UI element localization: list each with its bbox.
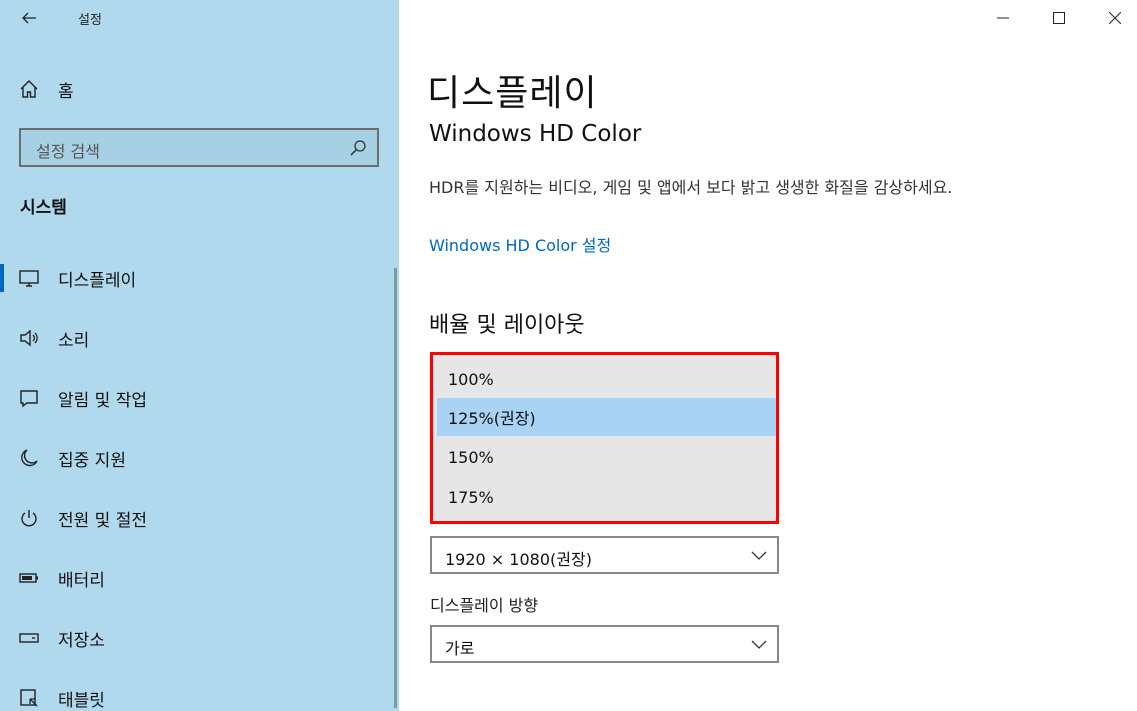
sidebar-item-power[interactable]: 전원 및 절전	[0, 496, 399, 540]
close-icon[interactable]	[1087, 0, 1137, 36]
search-input[interactable]: 설정 검색	[19, 128, 379, 167]
chevron-down-icon	[751, 551, 767, 560]
sidebar-item-sound[interactable]: 소리	[0, 316, 399, 360]
hdr-description: HDR를 지원하는 비디오, 게임 및 앱에서 보다 밝고 생생한 화질을 감상…	[429, 178, 953, 197]
orientation-label: 디스플레이 방향	[430, 596, 539, 615]
battery-icon	[18, 567, 40, 589]
moon-icon	[18, 447, 40, 469]
scale-dropdown-list: 100% 125%(권장) 150% 175%	[430, 352, 779, 524]
sidebar-item-battery[interactable]: 배터리	[0, 556, 399, 600]
sidebar-item-label: 소리	[58, 330, 90, 351]
sidebar-item-label: 배터리	[58, 570, 105, 591]
search-placeholder: 설정 검색	[36, 142, 100, 161]
sidebar: 설정 홈 설정 검색 시스템 디스플레이 소리 알림 및 작업 집중 지원 전원…	[0, 0, 399, 711]
sidebar-item-storage[interactable]: 저장소	[0, 616, 399, 660]
hdr-settings-link[interactable]: Windows HD Color 설정	[429, 232, 611, 256]
speaker-icon	[18, 327, 40, 349]
home-icon	[20, 80, 38, 98]
sidebar-item-notifications[interactable]: 알림 및 작업	[0, 376, 399, 420]
hdr-title: Windows HD Color	[429, 121, 642, 147]
orientation-value: 가로	[445, 639, 475, 658]
tablet-icon	[18, 687, 40, 709]
sidebar-item-focus[interactable]: 집중 지원	[0, 436, 399, 480]
search-icon[interactable]	[349, 139, 367, 157]
sidebar-item-label: 디스플레이	[58, 270, 137, 291]
sidebar-item-label: 전원 및 절전	[58, 510, 148, 531]
sidebar-item-label: 집중 지원	[58, 450, 126, 471]
maximize-icon[interactable]	[1031, 0, 1087, 36]
home-nav-item[interactable]: 홈	[18, 74, 378, 104]
sidebar-item-display[interactable]: 디스플레이	[0, 256, 399, 300]
orientation-select[interactable]: 가로	[430, 625, 779, 663]
sidebar-item-label: 태블릿	[58, 690, 105, 711]
scale-layout-title: 배율 및 레이아웃	[429, 313, 585, 338]
sidebar-item-label: 알림 및 작업	[58, 390, 148, 411]
title-bar: 설정	[0, 0, 399, 36]
sidebar-scrollbar[interactable]	[394, 268, 397, 708]
section-title: 시스템	[20, 198, 67, 218]
home-label: 홈	[58, 81, 74, 102]
notification-icon	[18, 387, 40, 409]
monitor-icon	[18, 267, 40, 289]
sidebar-item-tablet[interactable]: 태블릿	[0, 676, 399, 711]
storage-icon	[18, 627, 40, 649]
sidebar-item-label: 저장소	[58, 630, 105, 651]
scale-option-175[interactable]: 175%	[437, 478, 776, 516]
minimize-icon[interactable]	[975, 0, 1031, 36]
scale-option-125[interactable]: 125%(권장)	[437, 398, 776, 436]
scale-option-100[interactable]: 100%	[437, 360, 776, 398]
scale-option-150[interactable]: 150%	[437, 438, 776, 476]
power-icon	[18, 507, 40, 529]
app-title: 설정	[78, 13, 102, 28]
back-arrow-icon[interactable]	[14, 6, 44, 30]
resolution-value: 1920 × 1080(권장)	[445, 550, 592, 569]
page-title: 디스플레이	[427, 73, 598, 114]
resolution-select[interactable]: 1920 × 1080(권장)	[430, 536, 779, 574]
chevron-down-icon	[751, 640, 767, 649]
